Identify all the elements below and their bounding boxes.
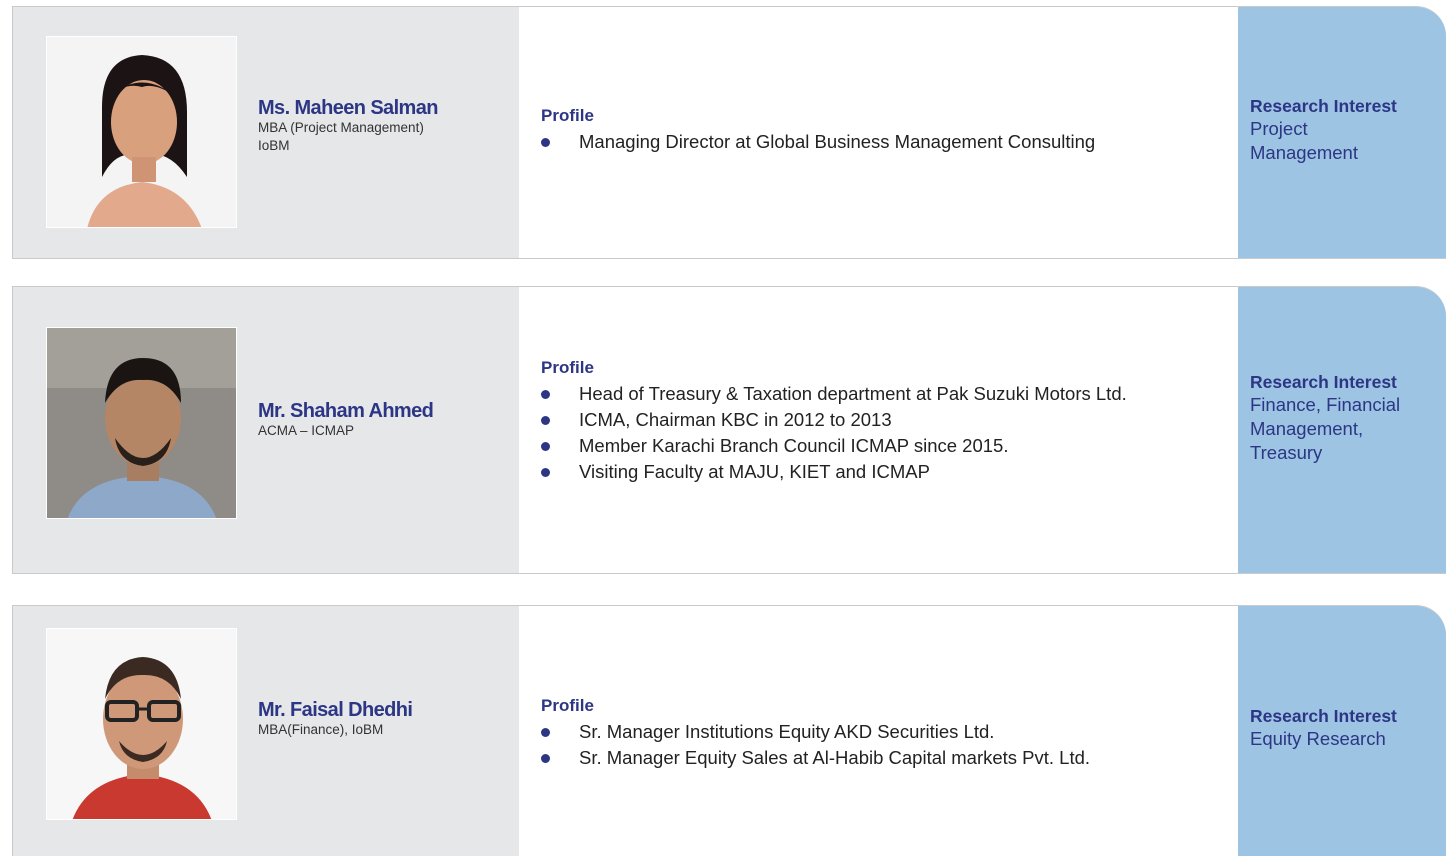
profile-item-text: Member Karachi Branch Council ICMAP sinc… [579, 435, 1009, 456]
bullet-icon [541, 468, 550, 477]
research-section: Research Interest Finance, Financial Man… [1250, 371, 1440, 465]
bullet-icon [541, 416, 550, 425]
research-title: Research Interest [1250, 96, 1397, 116]
profile-panel: Profile Sr. Manager Institutions Equity … [519, 606, 1238, 856]
faculty-info: Ms. Maheen Salman MBA (Project Managemen… [258, 97, 438, 155]
profile-list: Sr. Manager Institutions Equity AKD Secu… [541, 719, 1090, 771]
profile-panel: Profile Head of Treasury & Taxation depa… [519, 287, 1238, 573]
faculty-info: Mr. Shaham Ahmed ACMA – ICMAP [258, 400, 434, 440]
faculty-photo [46, 628, 237, 820]
profile-item-text: Sr. Manager Equity Sales at Al-Habib Cap… [579, 747, 1091, 768]
faculty-card: Ms. Maheen Salman MBA (Project Managemen… [12, 6, 1446, 259]
bullet-icon [541, 138, 550, 147]
bullet-icon [541, 390, 550, 399]
bullet-icon [541, 728, 550, 737]
profile-item: Sr. Manager Institutions Equity AKD Secu… [541, 719, 1090, 745]
research-line: Management, [1250, 418, 1364, 439]
profile-section: Profile Head of Treasury & Taxation depa… [541, 357, 1127, 485]
research-line: Treasury [1250, 442, 1323, 463]
research-panel: Research Interest Project Management [1238, 7, 1446, 258]
research-line: Project [1250, 118, 1308, 139]
profile-item-text: Head of Treasury & Taxation department a… [579, 383, 1127, 404]
faculty-qualification: IoBM [258, 138, 290, 153]
research-title: Research Interest [1250, 706, 1397, 726]
faculty-name: Mr. Faisal Dhedhi [258, 699, 413, 721]
profile-item: Visiting Faculty at MAJU, KIET and ICMAP [541, 459, 1127, 485]
profile-item: Managing Director at Global Business Man… [541, 129, 1095, 155]
bullet-icon [541, 754, 550, 763]
faculty-identity-panel: Ms. Maheen Salman MBA (Project Managemen… [13, 7, 519, 258]
profile-list: Managing Director at Global Business Man… [541, 129, 1095, 155]
profile-title: Profile [541, 106, 594, 125]
faculty-photo [46, 327, 237, 519]
profile-item-text: Managing Director at Global Business Man… [579, 131, 1096, 152]
profile-panel: Profile Managing Director at Global Busi… [519, 7, 1238, 258]
faculty-qualification: ACMA – ICMAP [258, 423, 355, 438]
profile-list: Head of Treasury & Taxation department a… [541, 381, 1127, 485]
faculty-name: Mr. Shaham Ahmed [258, 400, 434, 422]
research-panel: Research Interest Equity Research [1238, 606, 1446, 856]
profile-title: Profile [541, 696, 594, 715]
profile-item: Member Karachi Branch Council ICMAP sinc… [541, 433, 1127, 459]
faculty-qualification: MBA(Finance), IoBM [258, 722, 384, 737]
research-panel: Research Interest Finance, Financial Man… [1238, 287, 1446, 573]
research-line: Finance, Financial [1250, 394, 1401, 415]
faculty-name: Ms. Maheen Salman [258, 97, 438, 119]
faculty-identity-panel: Mr. Shaham Ahmed ACMA – ICMAP [13, 287, 519, 573]
profile-item-text: Visiting Faculty at MAJU, KIET and ICMAP [579, 461, 930, 482]
bullet-icon [541, 442, 550, 451]
research-title: Research Interest [1250, 372, 1397, 392]
faculty-photo [46, 36, 237, 228]
profile-item: ICMA, Chairman KBC in 2012 to 2013 [541, 407, 1127, 433]
faculty-identity-panel: Mr. Faisal Dhedhi MBA(Finance), IoBM [13, 606, 519, 856]
faculty-info: Mr. Faisal Dhedhi MBA(Finance), IoBM [258, 699, 413, 739]
faculty-card: Mr. Faisal Dhedhi MBA(Finance), IoBM Pro… [12, 605, 1446, 856]
profile-item-text: Sr. Manager Institutions Equity AKD Secu… [579, 721, 995, 742]
profile-title: Profile [541, 358, 594, 377]
research-line: Equity Research [1250, 728, 1386, 749]
research-section: Research Interest Equity Research [1250, 705, 1440, 751]
faculty-card: Mr. Shaham Ahmed ACMA – ICMAP Profile He… [12, 286, 1446, 574]
faculty-qualification: MBA (Project Management) [258, 120, 424, 135]
research-line: Management [1250, 142, 1358, 163]
research-section: Research Interest Project Management [1250, 95, 1440, 165]
profile-item-text: ICMA, Chairman KBC in 2012 to 2013 [579, 409, 892, 430]
profile-section: Profile Managing Director at Global Busi… [541, 105, 1095, 155]
profile-section: Profile Sr. Manager Institutions Equity … [541, 695, 1090, 771]
profile-item: Sr. Manager Equity Sales at Al-Habib Cap… [541, 745, 1090, 771]
profile-item: Head of Treasury & Taxation department a… [541, 381, 1127, 407]
